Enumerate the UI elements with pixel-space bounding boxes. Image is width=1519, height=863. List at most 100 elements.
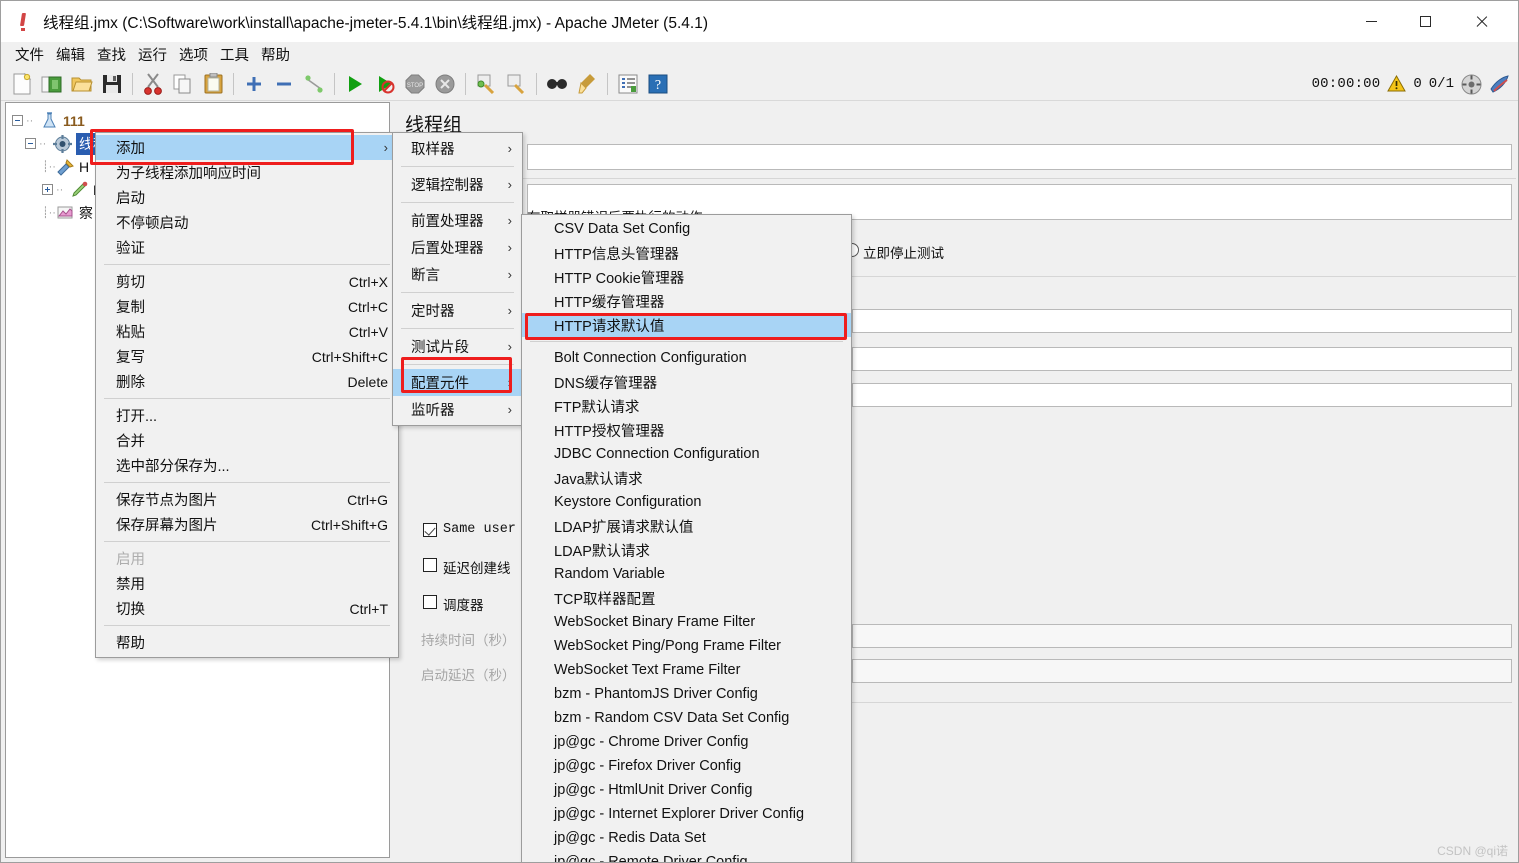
config-submenu-item-17[interactable]: WebSocket Binary Frame Filter — [522, 610, 851, 634]
config-submenu-item-21[interactable]: bzm - Random CSV Data Set Config — [522, 706, 851, 730]
config-submenu-item-8[interactable]: FTP默认请求 — [522, 394, 851, 418]
thread-count-field[interactable] — [852, 309, 1512, 333]
add-submenu-item-8[interactable]: 定时器 › — [393, 297, 522, 324]
toggle-icon[interactable] — [299, 69, 329, 99]
start-icon[interactable] — [340, 69, 370, 99]
expander-minus-icon[interactable] — [25, 138, 36, 149]
add-submenu-item-12[interactable]: 配置元件 › — [393, 369, 522, 396]
context-menu-item-21[interactable]: 切换 Ctrl+T — [96, 596, 398, 621]
ramp-up-field[interactable] — [852, 347, 1512, 371]
tree-context-menu[interactable]: 添加 › 为子线程添加响应时间 启动 不停顿启动 验证剪切 Ctrl+X 复制 Ctrl+C 粘贴… — [95, 132, 399, 658]
config-submenu-item-2[interactable]: HTTP Cookie管理器 — [522, 265, 851, 289]
config-submenu-item-10[interactable]: JDBC Connection Configuration — [522, 442, 851, 466]
add-submenu-item-0[interactable]: 取样器 › — [393, 135, 522, 162]
tree-node-test-plan[interactable]: ·· 111 — [12, 109, 389, 132]
clear-all-icon[interactable] — [501, 69, 531, 99]
config-submenu-item-15[interactable]: Random Variable — [522, 562, 851, 586]
context-menu-item-16[interactable]: 保存节点为图片 Ctrl+G — [96, 487, 398, 512]
config-submenu-item-19[interactable]: WebSocket Text Frame Filter — [522, 658, 851, 682]
close-button[interactable] — [1458, 1, 1504, 42]
config-element-submenu[interactable]: CSV Data Set Config HTTP信息头管理器 HTTP Cookie… — [521, 214, 852, 862]
context-menu-item-3[interactable]: 不停顿启动 — [96, 210, 398, 235]
config-submenu-item-9[interactable]: HTTP授权管理器 — [522, 418, 851, 442]
context-menu-item-10[interactable]: 删除 Delete — [96, 369, 398, 394]
context-menu-item-7[interactable]: 复制 Ctrl+C — [96, 294, 398, 319]
context-menu-item-6[interactable]: 剪切 Ctrl+X — [96, 269, 398, 294]
config-submenu-item-25[interactable]: jp@gc - Internet Explorer Driver Config — [522, 802, 851, 826]
config-submenu-item-4[interactable]: HTTP请求默认值 — [522, 313, 851, 337]
context-menu-item-13[interactable]: 合并 — [96, 428, 398, 453]
new-icon[interactable] — [7, 69, 37, 99]
context-menu-item-2[interactable]: 启动 — [96, 185, 398, 210]
remote-engines-icon[interactable] — [1461, 74, 1482, 95]
config-submenu-item-12[interactable]: Keystore Configuration — [522, 490, 851, 514]
menubar-item-help[interactable]: 帮助 — [255, 42, 296, 67]
config-submenu-item-24[interactable]: jp@gc - HtmlUnit Driver Config — [522, 778, 851, 802]
config-submenu-item-23[interactable]: jp@gc - Firefox Driver Config — [522, 754, 851, 778]
config-submenu-item-20[interactable]: bzm - PhantomJS Driver Config — [522, 682, 851, 706]
config-submenu-item-3[interactable]: HTTP缓存管理器 — [522, 289, 851, 313]
paste-icon[interactable] — [198, 69, 228, 99]
collapse-all-icon[interactable] — [269, 69, 299, 99]
context-menu-item-20[interactable]: 禁用 — [96, 571, 398, 596]
start-no-pause-icon[interactable] — [370, 69, 400, 99]
maximize-button[interactable] — [1402, 1, 1448, 42]
add-submenu-item-2[interactable]: 逻辑控制器 › — [393, 171, 522, 198]
context-menu-item-23[interactable]: 帮助 — [96, 630, 398, 655]
config-submenu-item-16[interactable]: TCP取样器配置 — [522, 586, 851, 610]
templates-icon[interactable] — [37, 69, 67, 99]
reset-search-icon[interactable] — [572, 69, 602, 99]
menubar-item-file[interactable]: 文件 — [9, 42, 50, 67]
scheduler-checkbox[interactable] — [423, 595, 437, 609]
stop-icon[interactable]: STOP — [400, 69, 430, 99]
config-submenu-item-22[interactable]: jp@gc - Chrome Driver Config — [522, 730, 851, 754]
context-menu-item-4[interactable]: 验证 — [96, 235, 398, 260]
shutdown-icon[interactable] — [430, 69, 460, 99]
menubar-item-search[interactable]: 查找 — [91, 42, 132, 67]
config-submenu-item-26[interactable]: jp@gc - Redis Data Set — [522, 826, 851, 850]
loop-count-field[interactable] — [852, 383, 1512, 407]
add-submenu-item-10[interactable]: 测试片段 › — [393, 333, 522, 360]
warning-triangle-icon[interactable] — [1387, 75, 1407, 93]
config-submenu-item-27[interactable]: jp@gc - Remote Driver Config — [522, 850, 851, 862]
context-menu-item-1[interactable]: 为子线程添加响应时间 — [96, 160, 398, 185]
config-submenu-item-1[interactable]: HTTP信息头管理器 — [522, 241, 851, 265]
cut-icon[interactable] — [138, 69, 168, 99]
help-icon[interactable]: ? — [643, 69, 673, 99]
context-menu-item-9[interactable]: 复写 Ctrl+Shift+C — [96, 344, 398, 369]
add-submenu[interactable]: 取样器 › 逻辑控制器 › 前置处理器 › 后置处理器 › 断言 › 定时器 › 测试片段 › 配置元件 › 监… — [392, 132, 523, 426]
name-field[interactable] — [527, 144, 1512, 170]
expand-all-icon[interactable] — [239, 69, 269, 99]
add-submenu-item-5[interactable]: 后置处理器 › — [393, 234, 522, 261]
add-submenu-item-4[interactable]: 前置处理器 › — [393, 207, 522, 234]
context-menu-item-8[interactable]: 粘贴 Ctrl+V — [96, 319, 398, 344]
expander-plus-icon[interactable] — [42, 184, 53, 195]
function-helper-icon[interactable] — [613, 69, 643, 99]
menubar-item-run[interactable]: 运行 — [132, 42, 173, 67]
add-submenu-item-13[interactable]: 监听器 › — [393, 396, 522, 423]
menubar-item-options[interactable]: 选项 — [173, 42, 214, 67]
context-menu-item-12[interactable]: 打开... — [96, 403, 398, 428]
search-icon[interactable] — [542, 69, 572, 99]
copy-icon[interactable] — [168, 69, 198, 99]
clear-icon[interactable] — [471, 69, 501, 99]
minimize-button[interactable] — [1348, 1, 1394, 42]
delay-thread-creation-checkbox[interactable] — [423, 558, 437, 572]
context-menu-item-0[interactable]: 添加 › — [96, 135, 398, 160]
save-icon[interactable] — [97, 69, 127, 99]
menubar-item-edit[interactable]: 编辑 — [50, 42, 91, 67]
same-user-checkbox[interactable] — [423, 523, 437, 537]
open-icon[interactable] — [67, 69, 97, 99]
config-submenu-item-6[interactable]: Bolt Connection Configuration — [522, 346, 851, 370]
config-submenu-item-0[interactable]: CSV Data Set Config — [522, 217, 851, 241]
config-submenu-item-13[interactable]: LDAP扩展请求默认值 — [522, 514, 851, 538]
config-submenu-item-14[interactable]: LDAP默认请求 — [522, 538, 851, 562]
add-submenu-item-6[interactable]: 断言 › — [393, 261, 522, 288]
expander-minus-icon[interactable] — [12, 115, 23, 126]
menubar-item-tools[interactable]: 工具 — [214, 42, 255, 67]
context-menu-item-14[interactable]: 选中部分保存为... — [96, 453, 398, 478]
context-menu-item-17[interactable]: 保存屏幕为图片 Ctrl+Shift+G — [96, 512, 398, 537]
config-submenu-item-11[interactable]: Java默认请求 — [522, 466, 851, 490]
stop-remote-icon[interactable] — [1489, 74, 1510, 94]
config-submenu-item-18[interactable]: WebSocket Ping/Pong Frame Filter — [522, 634, 851, 658]
